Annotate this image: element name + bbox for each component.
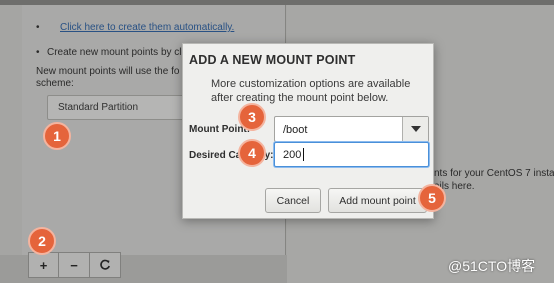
cancel-button[interactable]: Cancel [265,188,321,213]
step-marker-3: 3 [238,103,266,131]
dialog-title: ADD A NEW MOUNT POINT [189,53,356,67]
dropdown-button[interactable] [402,117,428,141]
add-mount-point-confirm-button[interactable]: Add mount point [328,188,427,213]
add-mount-point-dialog: ADD A NEW MOUNT POINT More customization… [182,43,434,219]
watermark: @51CTO博客 [448,258,536,274]
step-marker-5: 5 [418,184,446,212]
desired-capacity-input[interactable]: 200 [274,142,429,167]
step-marker-2: 2 [28,227,56,255]
dialog-description: More customization options are available… [211,78,411,104]
mount-point-combo[interactable]: /boot [274,116,429,142]
desired-capacity-value: 200 [283,149,302,161]
text-caret [303,148,304,161]
step-marker-1: 1 [43,122,71,150]
chevron-down-icon [410,126,421,132]
step-marker-4: 4 [238,139,266,167]
mount-point-value: /boot [283,124,308,136]
